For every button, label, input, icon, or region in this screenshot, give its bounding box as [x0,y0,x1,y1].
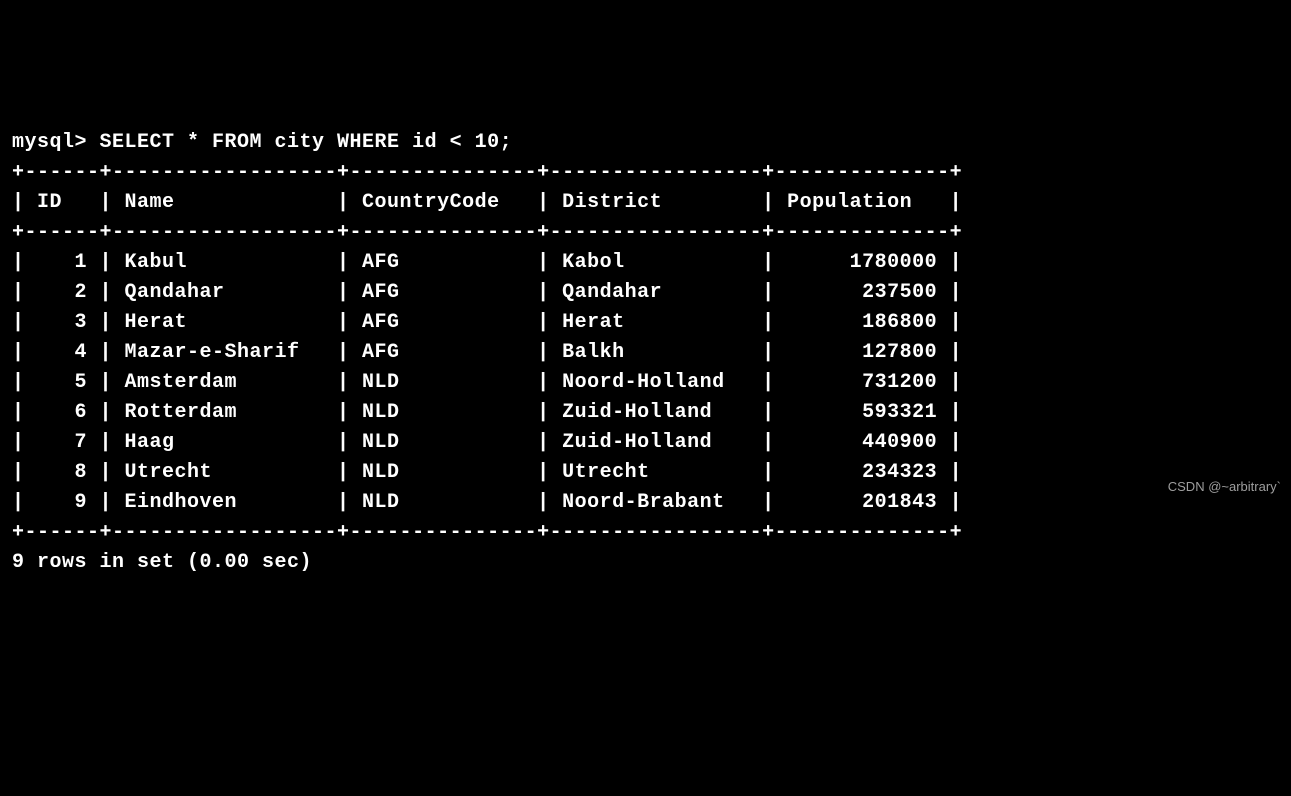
table-border-top: +------+------------------+-------------… [12,161,962,184]
mysql-prompt: mysql> [12,131,100,154]
terminal-output: mysql> SELECT * FROM city WHERE id < 10;… [12,128,1279,578]
sql-query: SELECT * FROM city WHERE id < 10; [100,131,513,154]
table-header-row: | ID | Name | CountryCode | District | P… [12,191,962,214]
prompt-line: mysql> SELECT * FROM city WHERE id < 10; [12,131,512,154]
table-border-mid: +------+------------------+-------------… [12,221,962,244]
watermark: CSDN @~arbitrary` [1168,477,1281,497]
table-border-bottom: +------+------------------+-------------… [12,521,962,544]
table-body: | 1 | Kabul | AFG | Kabol | 1780000 | | … [12,251,962,514]
status-line: 9 rows in set (0.00 sec) [12,551,312,574]
